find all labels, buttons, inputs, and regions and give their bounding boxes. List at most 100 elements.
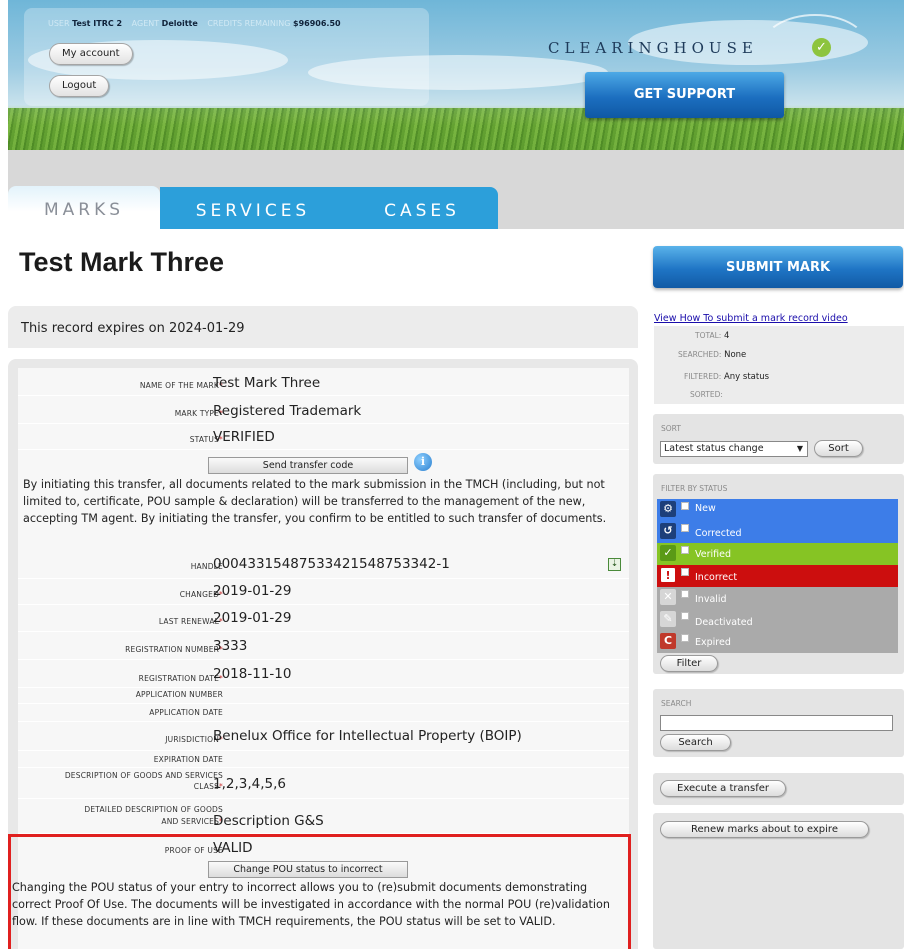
pou-value: VALID [213,840,253,856]
status-checkbox[interactable] [681,524,689,532]
sort-button[interactable]: Sort [814,440,863,457]
status-checkbox[interactable] [681,546,689,554]
field-row-renewal: Last renewal* 2019-01-29 [18,608,629,632]
status-checkbox[interactable] [681,590,689,598]
filter-status-incorrect[interactable]: ! Incorrect [657,565,898,587]
field-row-class: Description of goods and services Class*… [18,769,629,799]
agent-label: AGENT [131,19,160,28]
agent-name: Deloitte [161,19,198,28]
submit-mark-button[interactable]: SUBMIT MARK [653,246,903,288]
field-label: Detailed description of goods [84,805,223,814]
sort-title: SORT [661,424,681,433]
field-row-name: Name of the mark* Test Mark Three [18,372,629,396]
stat-sorted: SORTED: [690,390,723,399]
transfer-description: By initiating this transfer, all documen… [23,478,607,525]
field-row-changed: Changed* 2019-01-29 [18,581,629,605]
status-checkbox[interactable] [681,612,689,620]
status-label: Incorrect [695,572,738,583]
sort-select[interactable]: Latest status change ▼ [660,441,808,457]
page-title: Test Mark Three [19,247,225,277]
get-support-button[interactable]: GET SUPPORT [585,72,784,118]
status-label: Invalid [695,594,727,605]
status-label: New [695,503,716,514]
renew-marks-button[interactable]: Renew marks about to expire [660,821,869,838]
field-row-status: Status* VERIFIED [18,428,629,450]
chevron-down-icon: ▼ [796,444,803,453]
goods-services-value: Description G&S [213,813,324,829]
field-row-pou: Proof of use VALID [18,840,629,858]
logout-button[interactable]: Logout [49,75,110,97]
field-row-appnum: Application number [18,688,629,704]
field-row-regnum: Registration number* 3333 [18,636,629,660]
class-value: 1,2,3,4,5,6 [213,776,286,792]
info-icon[interactable]: i [414,453,432,471]
status-label: Expired [695,637,731,648]
check-icon: ✓ [660,545,676,561]
field-label: Registration number* [125,645,223,654]
filter-status-expired[interactable]: C Expired [657,631,898,653]
renewal-value: 2019-01-29 [213,610,292,626]
change-pou-status-button[interactable]: Change POU status to incorrect [208,861,408,878]
status-checkbox[interactable] [681,502,689,510]
filter-title: FILTER BY STATUS [661,484,728,493]
execute-transfer-button[interactable]: Execute a transfer [660,780,786,797]
status-value: VERIFIED [213,429,275,445]
close-icon: ✕ [660,589,676,605]
status-checkbox[interactable] [681,634,689,642]
pou-description: Changing the POU status of your entry to… [12,881,610,928]
stat-total: TOTAL: 4 [695,331,730,341]
logo-check-icon: ✓ [812,38,831,57]
my-account-button[interactable]: My account [49,43,133,65]
stat-filtered: FILTERED: Any status [684,372,770,382]
field-label: Description of goods and services [64,771,223,780]
user-name: Test ITRC 2 [72,19,123,28]
search-button[interactable]: Search [660,734,731,751]
filter-status-new[interactable]: ⚙ New [657,499,898,521]
filter-status-verified[interactable]: ✓ Verified [657,543,898,565]
filter-button[interactable]: Filter [660,655,718,672]
search-title: SEARCH [661,699,692,708]
field-row-goods-services: Detailed description of goods and servic… [18,802,629,834]
field-label: Name of the mark* [139,381,223,390]
field-label: Application number [135,690,223,699]
tab-marks[interactable]: MARKS [8,186,160,229]
status-label: Deactivated [695,617,753,628]
warning-icon: ! [660,567,676,583]
status-label: Verified [695,549,732,560]
field-row-expdate: Expiration date [18,752,629,768]
field-row-type: Mark type* Registered Trademark [18,400,629,424]
handle-value: 00043315487533421548753342-1 [213,556,450,572]
status-label: Corrected [695,528,742,539]
status-checkbox[interactable] [681,568,689,576]
field-label: Expiration date [153,755,223,764]
registration-date-value: 2018-11-10 [213,666,292,682]
mark-name-value: Test Mark Three [213,375,321,391]
send-transfer-code-button[interactable]: Send transfer code [208,457,408,474]
changed-value: 2019-01-29 [213,583,292,599]
pencil-icon: ✎ [660,611,676,627]
tab-services[interactable]: SERVICES [160,187,346,229]
credits-label: CREDITS REMAINING [207,19,291,28]
filter-status-corrected[interactable]: ↺ Corrected [657,521,898,543]
settings-icon: ⚙ [660,501,676,517]
how-to-video-link[interactable]: View How To submit a mark record video [654,313,848,324]
field-label: Application date [149,708,223,717]
field-label: Registration date* [138,674,223,683]
field-row-appdate: Application date [18,706,629,722]
filter-status-deactivated[interactable]: ✎ Deactivated [657,609,898,631]
expiry-text: This record expires on 2024-01-29 [21,321,245,336]
download-icon[interactable]: ⇣ [608,558,621,571]
mark-type-value: Registered Trademark [213,403,362,419]
refresh-icon: ↺ [660,523,676,539]
expired-icon: C [660,633,676,649]
tab-cases[interactable]: CASES [346,187,498,229]
clearinghouse-logo[interactable]: CLEARINGHOUSE [548,39,758,57]
stat-searched: SEARCHED: None [678,350,747,360]
registration-number-value: 3333 [213,638,248,654]
user-info-line: USER Test ITRC 2 AGENT Deloitte CREDITS … [48,19,348,28]
filter-status-invalid[interactable]: ✕ Invalid [657,587,898,609]
credits-value: $96906.50 [293,19,341,28]
sort-select-value: Latest status change [664,443,764,454]
field-row-regdate: Registration date* 2018-11-10 [18,664,629,688]
search-input[interactable] [660,715,893,731]
